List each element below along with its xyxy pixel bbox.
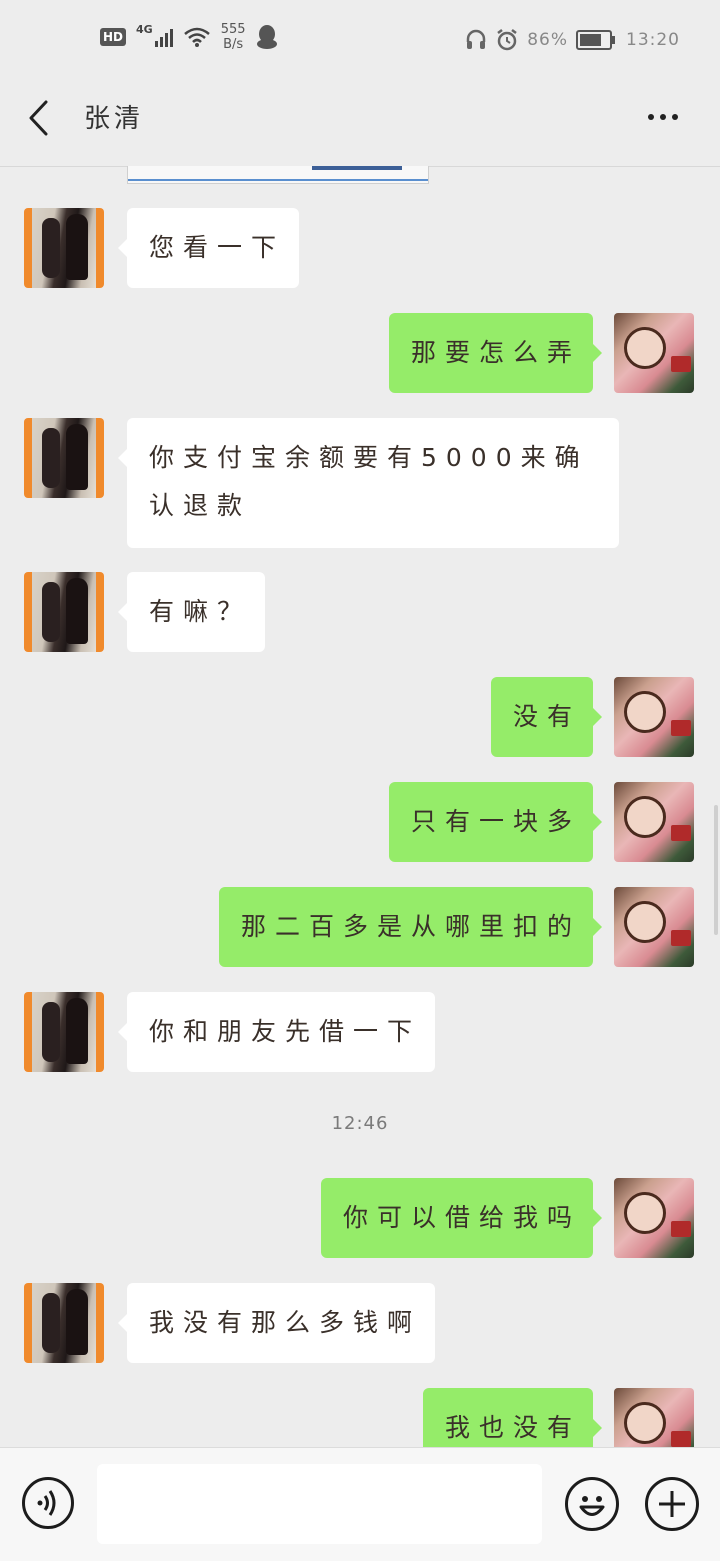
- back-button[interactable]: [20, 98, 60, 138]
- battery-percent: 86%: [527, 30, 568, 50]
- contact-avatar[interactable]: [24, 208, 104, 288]
- headphones-icon: [466, 29, 486, 49]
- voice-button[interactable]: [22, 1477, 74, 1529]
- contact-avatar[interactable]: [24, 572, 104, 652]
- more-dots-icon: [648, 114, 678, 120]
- network-type: 4G: [136, 22, 153, 36]
- message-bubble-sent[interactable]: 只有一块多: [389, 782, 602, 862]
- input-bar: [0, 1447, 720, 1561]
- status-bar: HD 4G 555 B/s 86% 13:20: [0, 0, 720, 80]
- alarm-icon: [497, 29, 517, 51]
- back-arrow-icon: [29, 100, 48, 136]
- my-avatar[interactable]: [614, 782, 694, 862]
- more-button[interactable]: [638, 102, 688, 132]
- message-bubble-received[interactable]: 您看一下: [118, 208, 299, 288]
- net-speed-value: 555: [220, 22, 246, 37]
- message-bubble-received[interactable]: 你和朋友先借一下: [118, 992, 435, 1072]
- message-input[interactable]: [97, 1464, 542, 1544]
- message-bubble-sent[interactable]: 没有: [491, 677, 602, 757]
- wifi-icon: [183, 27, 210, 47]
- status-right: 86% 13:20: [465, 28, 680, 52]
- qq-icon: [256, 25, 277, 49]
- image-message[interactable]: [127, 166, 429, 184]
- contact-avatar[interactable]: [24, 992, 104, 1072]
- status-left: HD 4G 555 B/s: [100, 22, 278, 52]
- clock: 13:20: [626, 30, 680, 50]
- more-functions-button[interactable]: [645, 1477, 699, 1531]
- contact-avatar[interactable]: [24, 1283, 104, 1363]
- voice-icon: [37, 1490, 56, 1516]
- message-bubble-sent[interactable]: 那二百多是从哪里扣的: [219, 887, 602, 967]
- message-bubble-sent[interactable]: 那要怎么弄: [389, 313, 602, 393]
- my-avatar[interactable]: [614, 313, 694, 393]
- my-avatar[interactable]: [614, 887, 694, 967]
- my-avatar[interactable]: [614, 1178, 694, 1258]
- contact-avatar[interactable]: [24, 418, 104, 498]
- my-avatar[interactable]: [614, 677, 694, 757]
- scrollbar[interactable]: [714, 805, 718, 935]
- message-bubble-received[interactable]: 我没有那么多钱啊: [118, 1283, 435, 1363]
- message-bubble-received[interactable]: 有嘛？: [118, 572, 265, 652]
- emoji-button[interactable]: [565, 1477, 619, 1531]
- signal-icon: [154, 27, 173, 47]
- emoji-icon: [579, 1496, 605, 1516]
- net-speed: 555 B/s: [221, 22, 246, 52]
- net-speed-unit: B/s: [223, 37, 244, 52]
- message-bubble-received[interactable]: 你支付宝余额要有5000来确认退款: [118, 418, 619, 548]
- battery-icon: [576, 30, 615, 50]
- chat-title: 张清: [84, 104, 145, 134]
- hd-badge: HD: [100, 28, 127, 46]
- chat-timestamp: 12:46: [331, 1113, 389, 1134]
- message-bubble-sent[interactable]: 你可以借给我吗: [321, 1178, 602, 1258]
- plus-icon: [659, 1491, 685, 1517]
- chat-header: 张清: [0, 80, 720, 167]
